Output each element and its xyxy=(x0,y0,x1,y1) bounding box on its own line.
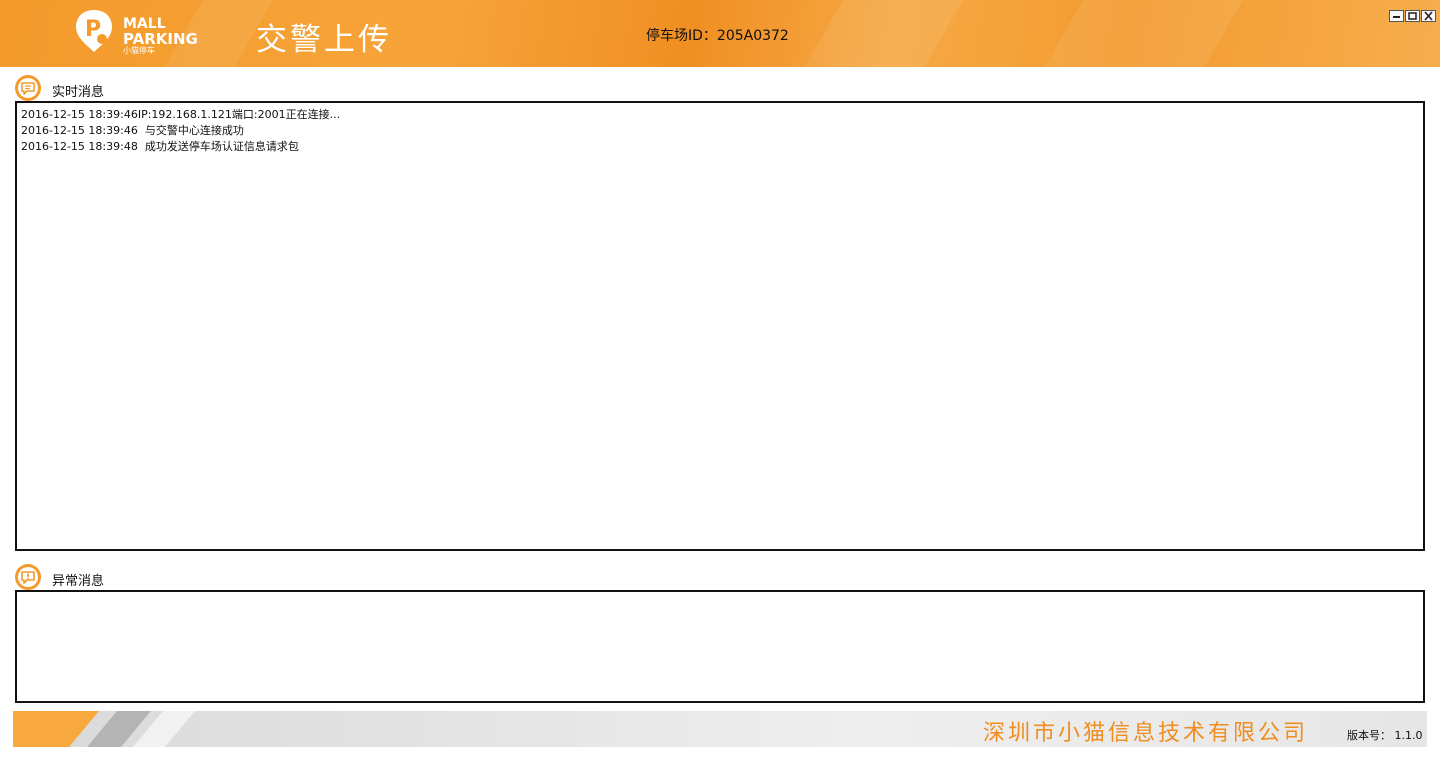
app-title: 交警上传 xyxy=(256,22,392,58)
header-decoration xyxy=(1025,0,1255,67)
close-button[interactable] xyxy=(1421,10,1436,22)
exception-log-box[interactable] xyxy=(15,590,1425,703)
parking-pin-icon: P xyxy=(76,10,112,52)
realtime-section-title: 实时消息 xyxy=(52,84,105,100)
maximize-icon xyxy=(1408,12,1417,20)
maximize-button[interactable] xyxy=(1405,10,1420,22)
version-label: 版本号： 1.1.0 xyxy=(1347,729,1423,742)
realtime-log-box[interactable]: 2016-12-15 18:39:46IP:192.168.1.121端口:20… xyxy=(15,101,1425,551)
log-line: 2016-12-15 18:39:46IP:192.168.1.121端口:20… xyxy=(21,108,341,121)
minimize-button[interactable] xyxy=(1389,10,1404,22)
minimize-icon xyxy=(1393,16,1400,18)
message-icon xyxy=(15,75,41,101)
company-name: 深圳市小猫信息技术有限公司 xyxy=(983,721,1309,746)
footer-decoration xyxy=(13,711,195,747)
parking-id-label: 停车场ID：205A0372 xyxy=(646,28,789,44)
realtime-section-header: 实时消息 xyxy=(15,75,104,101)
close-icon xyxy=(1424,11,1433,21)
exception-section-header: 异常消息 xyxy=(15,564,104,590)
window-controls xyxy=(1389,10,1436,22)
app-logo: P MALL PARKING 小猫停车 xyxy=(74,8,198,58)
logo-subtext: 小猫停车 xyxy=(123,46,155,55)
exception-section-title: 异常消息 xyxy=(52,573,105,589)
log-line: 2016-12-15 18:39:46 与交警中心连接成功 xyxy=(21,124,244,137)
header-decoration xyxy=(785,0,975,67)
alert-message-icon xyxy=(15,564,41,590)
title-bar: P MALL PARKING 小猫停车 交警上传 停车场ID：205A0372 xyxy=(0,0,1440,67)
log-line: 2016-12-15 18:39:48 成功发送停车场认证信息请求包 xyxy=(21,140,299,153)
